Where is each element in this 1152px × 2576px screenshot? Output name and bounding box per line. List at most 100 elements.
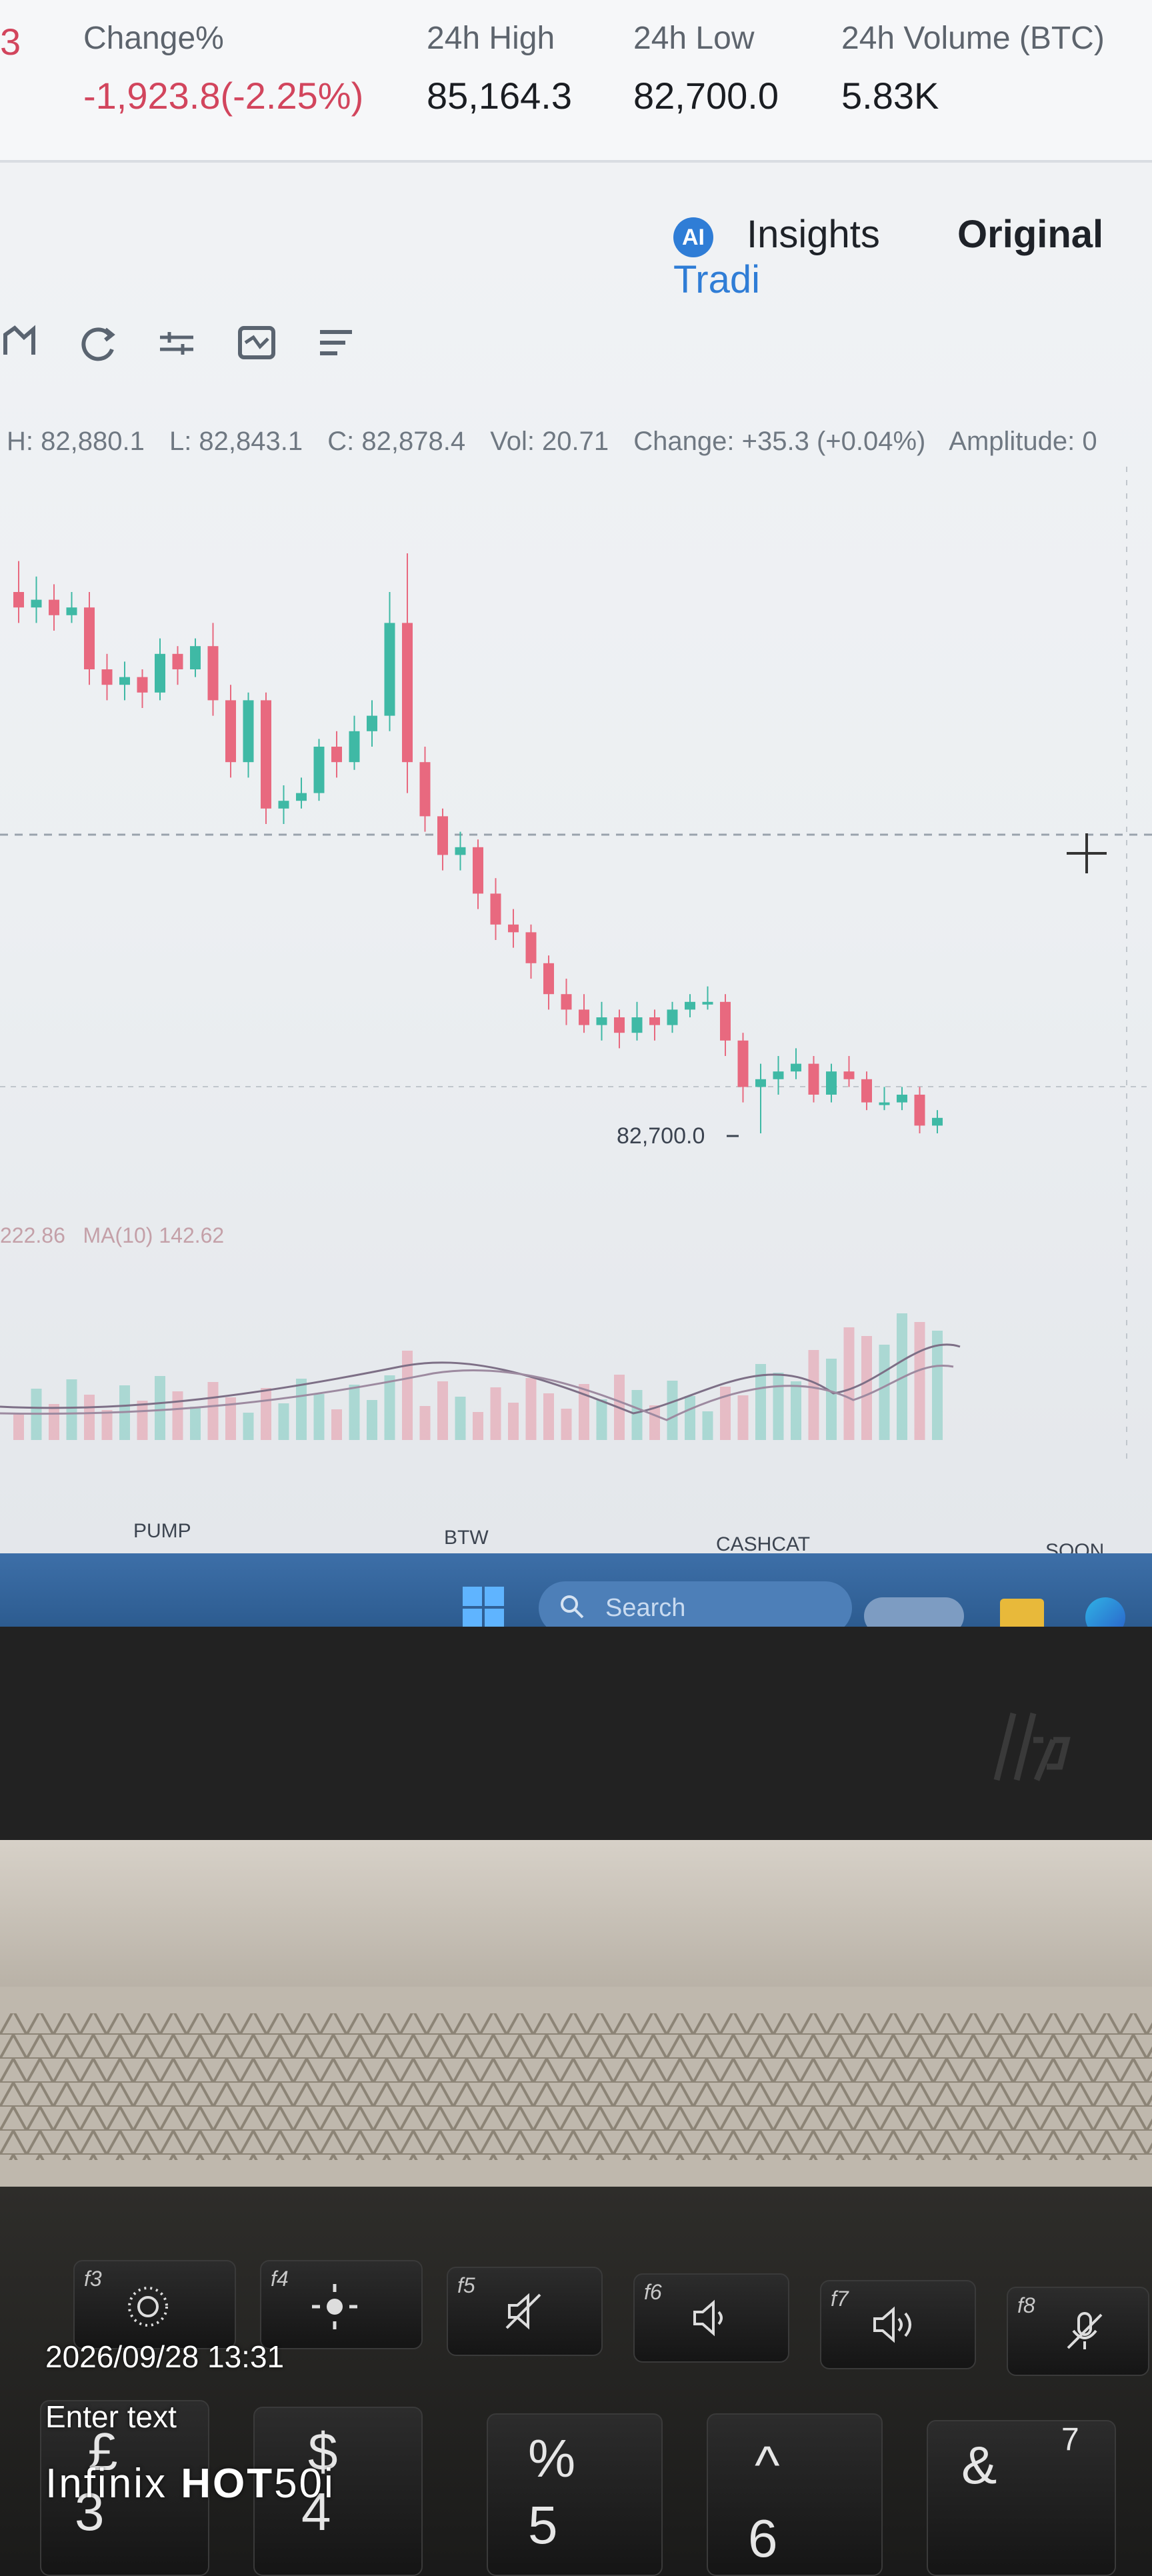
volume-bar <box>649 1405 660 1440</box>
candle-body <box>207 646 219 701</box>
volume-bar <box>243 1413 254 1440</box>
taskbar-search-box[interactable]: Search <box>539 1581 852 1627</box>
candlestick-chart[interactable]: 82,700.0 <box>0 467 1152 1520</box>
tab-tradingview[interactable]: Tradi <box>673 258 760 301</box>
candle-body <box>755 1079 766 1087</box>
volume-bar <box>543 1393 554 1440</box>
candle-body <box>773 1071 784 1079</box>
key-f5[interactable]: f5 <box>447 2267 603 2356</box>
candle-body <box>313 747 325 793</box>
volume-bar <box>702 1411 713 1440</box>
volume-bar <box>49 1404 59 1440</box>
candle-body <box>897 1095 907 1103</box>
ticker-item[interactable]: BTW <box>444 1527 489 1549</box>
candle-body <box>667 1009 678 1025</box>
key-6[interactable]: ^ 6 <box>707 2413 883 2576</box>
volume-bar <box>313 1394 325 1440</box>
tab-insights-label: Insights <box>747 213 880 256</box>
crosshair-cursor <box>1067 833 1107 873</box>
volume-up-icon <box>873 2306 911 2343</box>
ohlc-low: L: 82,843.1 <box>169 427 303 456</box>
candle-body <box>879 1102 890 1105</box>
ma-indicator-readout: 222.86 MA(10) 142.62 <box>0 1223 224 1248</box>
candle-body <box>137 677 148 693</box>
volume-bar <box>791 1381 801 1440</box>
low-marker: 82,700.0 <box>617 1123 739 1149</box>
search-icon <box>561 1595 584 1619</box>
ohlc-amplitude: Amplitude: 0 <box>949 427 1097 456</box>
volume-bars-group <box>13 1313 943 1440</box>
refresh-icon[interactable] <box>75 320 121 367</box>
windows-start-icon[interactable] <box>463 1587 505 1627</box>
chart-type-icon[interactable] <box>0 320 47 367</box>
stat-24h-low-label: 24h Low <box>633 21 755 56</box>
tab-original[interactable]: Original <box>957 213 1103 256</box>
candle-body <box>843 1071 855 1079</box>
volume-bar <box>331 1409 342 1440</box>
ticker-item[interactable]: CASHCAT <box>716 1533 810 1556</box>
market-stats-bar: 3 Change% -1,923.8(-2.25%) 24h High 85,1… <box>0 0 1152 163</box>
candle-body <box>367 715 377 731</box>
list-icon[interactable] <box>313 320 360 367</box>
ai-badge-icon: AI <box>673 217 713 257</box>
key-5[interactable]: % 5 <box>487 2413 663 2576</box>
candle-body <box>13 592 24 608</box>
stat-change: Change% -1,923.8(-2.25%) <box>83 20 363 117</box>
volume-bar <box>367 1400 377 1440</box>
tab-insights[interactable]: AI Insights <box>673 213 913 257</box>
candle-body <box>508 924 519 933</box>
key-f4[interactable]: f4 <box>260 2260 423 2349</box>
key-f8[interactable]: f8 <box>1007 2287 1149 2376</box>
volume-bar <box>101 1410 113 1440</box>
volume-bar <box>190 1407 201 1440</box>
stat-24h-high: 24h High 85,164.3 <box>427 20 572 117</box>
volume-bar <box>84 1395 95 1440</box>
key-f6[interactable]: f6 <box>633 2273 789 2363</box>
camera-brand-watermark: Infinix HOT50i <box>45 2461 335 2507</box>
candle-body <box>349 731 360 763</box>
key-f3[interactable]: f3 <box>73 2260 236 2349</box>
candle-body <box>261 700 271 809</box>
volume-bar <box>826 1359 837 1440</box>
candle-body <box>66 607 77 615</box>
candle-body <box>331 747 342 763</box>
candle-body <box>649 1017 660 1025</box>
stat-change-value: -1,923.8(-2.25%) <box>83 75 364 117</box>
ma-prefix-value: 222.86 <box>0 1223 65 1247</box>
stat-partial: 3 <box>0 21 21 63</box>
mute-icon <box>505 2293 541 2330</box>
candle-body <box>278 801 289 809</box>
candle-body <box>561 994 572 1010</box>
ticker-item[interactable]: PUMP <box>133 1520 191 1543</box>
file-explorer-icon[interactable] <box>1000 1599 1044 1627</box>
candle-body <box>614 1017 625 1033</box>
candle-body <box>543 963 554 995</box>
stat-24h-high-value: 85,164.3 <box>427 75 572 117</box>
candle-body <box>702 1001 713 1005</box>
key-7[interactable]: & 7 <box>927 2420 1116 2576</box>
stat-24h-volume: 24h Volume (BTC) 5.83K <box>841 20 1105 117</box>
settings-sliders-icon[interactable] <box>153 320 200 367</box>
key-f7[interactable]: f7 <box>820 2280 976 2369</box>
volume-bar <box>349 1385 360 1440</box>
ohlc-readout: H: 82,880.1 L: 82,843.1 C: 82,878.4 Vol:… <box>7 427 1115 457</box>
volume-bar <box>879 1345 890 1440</box>
indicator-icon[interactable] <box>233 320 280 367</box>
volume-bar <box>207 1382 219 1440</box>
photo-timestamp: 2026/09/28 13:31 <box>45 2339 285 2374</box>
volume-bar <box>137 1401 148 1440</box>
candle-body <box>31 599 42 608</box>
candle-body <box>49 599 59 615</box>
candle-body <box>119 677 130 685</box>
candle-body <box>490 893 501 925</box>
volume-bar <box>631 1390 643 1440</box>
candle-body <box>243 700 254 763</box>
taskbar-widget-icon[interactable] <box>864 1597 964 1627</box>
volume-bar <box>13 1413 24 1440</box>
enter-text-caption: Enter text <box>45 2399 177 2434</box>
volume-down-icon <box>693 2299 723 2337</box>
brightness-up-icon <box>312 2284 357 2329</box>
candle-body <box>720 1001 731 1041</box>
stat-change-label: Change% <box>83 21 224 56</box>
laptop-bezel <box>0 1627 1152 1860</box>
